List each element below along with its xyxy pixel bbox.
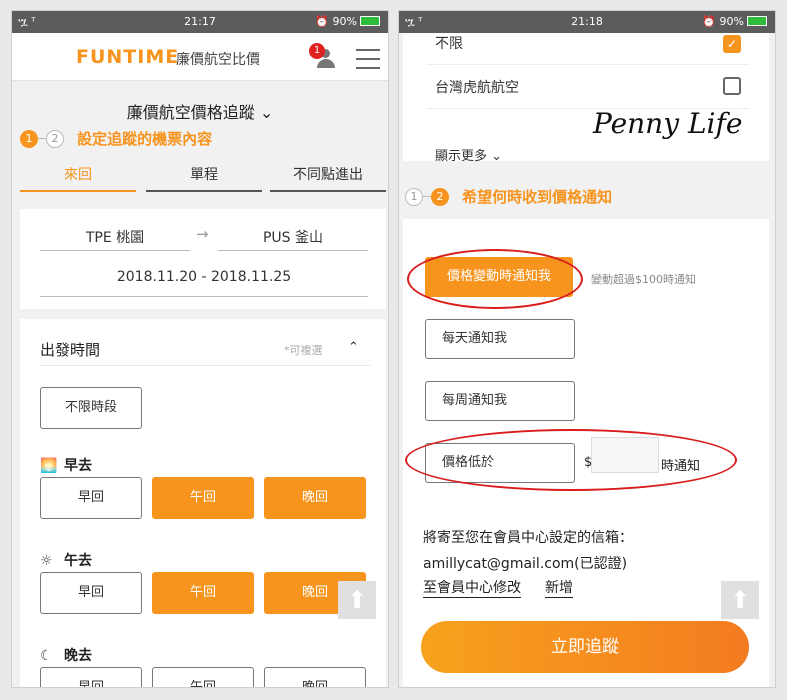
page-title: 廉價航空價格追蹤: [126, 103, 255, 122]
step-number-inactive: 2: [46, 129, 64, 148]
airline-filter-card: 不限 ✓ 台灣虎航航空 顯示更多 ⌄ Penny Life: [403, 33, 769, 164]
route-card: TPE 桃園 → PUS 釜山 2018.11.20 - 2018.11.25: [20, 209, 386, 309]
battery-indicator: ⏰ 90%: [315, 15, 380, 28]
tab-round-trip[interactable]: 來回: [20, 164, 136, 192]
airline-row[interactable]: 台灣虎航航空: [427, 65, 749, 109]
email-section-title: 將寄至您在會員中心設定的信箱：: [423, 530, 633, 546]
arrow-right-icon: →: [196, 225, 209, 243]
departure-time-card: 出發時間 *可複選 ⌃ 不限時段 🌅 早去 早回 午回 晚回 ☼ 午去 早回 午回 …: [20, 319, 386, 687]
sunrise-icon: 🌅: [40, 458, 58, 474]
site-slogan: 廉價航空比價: [176, 52, 260, 68]
status-bar: ሧ ᵀ 21:17 ⏰ 90%: [12, 11, 388, 33]
step-number-active: 1: [20, 129, 38, 148]
show-more-link[interactable]: 顯示更多 ⌄: [435, 145, 502, 164]
step-title: 希望何時收到價格通知: [462, 188, 613, 206]
step-title: 設定追蹤的機票內容: [77, 130, 213, 148]
multi-select-note: *可複選: [284, 344, 323, 357]
moon-icon: ☾: [40, 648, 53, 664]
night-return-night-button[interactable]: 晚回: [264, 667, 366, 687]
hamburger-menu-icon[interactable]: [356, 49, 380, 69]
morning-return-night-button[interactable]: 晚回: [264, 477, 366, 519]
step-number-active: 2: [431, 187, 449, 206]
tab-multi-city[interactable]: 不同點進出: [270, 164, 386, 192]
trip-type-tabs: 來回 單程 不同點進出: [20, 164, 388, 192]
airline-name: 台灣虎航航空: [435, 80, 519, 96]
tab-one-way[interactable]: 單程: [146, 164, 262, 192]
destination-field[interactable]: PUS 釜山: [218, 227, 368, 251]
battery-icon: [747, 16, 767, 26]
airline-name: 不限: [435, 36, 463, 52]
funtime-logo[interactable]: FUNTIME: [76, 46, 179, 68]
add-email-link[interactable]: 新增: [545, 577, 573, 598]
divider: [40, 365, 370, 366]
noon-return-noon-button[interactable]: 午回: [152, 572, 254, 614]
back-to-top-icon[interactable]: ⬆: [721, 581, 759, 619]
battery-icon: [360, 16, 380, 26]
alarm-icon: ⏰: [315, 15, 330, 28]
left-phone-screen: ሧ ᵀ 21:17 ⏰ 90% FUNTIME 廉價航空比價 1 廉價航空價格追…: [11, 10, 389, 688]
back-to-top-icon[interactable]: ⬆: [338, 581, 376, 619]
sun-icon: ☼: [40, 553, 53, 569]
collapse-icon[interactable]: ⌃: [348, 340, 359, 355]
step-indicator-1: 12 設定追蹤的機票內容: [20, 128, 212, 150]
night-label: ☾ 晚去: [40, 648, 92, 664]
annotation-ellipse: [405, 429, 737, 491]
chevron-down-icon: ⌄: [259, 103, 274, 122]
night-return-early-button[interactable]: 早回: [40, 667, 142, 687]
noon-return-early-button[interactable]: 早回: [40, 572, 142, 614]
site-header: FUNTIME 廉價航空比價 1: [12, 33, 388, 81]
noon-label: ☼ 午去: [40, 553, 92, 569]
notification-badge: 1: [309, 43, 325, 59]
penny-life-watermark: Penny Life: [593, 107, 743, 140]
night-return-noon-button[interactable]: 午回: [152, 667, 254, 687]
email-address: amillycat@gmail.com(已認證): [423, 556, 628, 572]
step-number-inactive: 1: [405, 187, 423, 206]
right-phone-screen: ሧ ᵀ 21:18 ⏰ 90% 不限 ✓ 台灣虎航航空 顯示更多 ⌄ Penny…: [398, 10, 776, 688]
morning-return-early-button[interactable]: 早回: [40, 477, 142, 519]
battery-level: 90%: [332, 15, 357, 28]
annotation-circle: [407, 249, 583, 309]
airline-row[interactable]: 不限 ✓: [427, 21, 749, 65]
date-range-field[interactable]: 2018.11.20 - 2018.11.25: [40, 269, 368, 297]
section-title: 出發時間: [40, 341, 101, 359]
any-time-button[interactable]: 不限時段: [40, 387, 142, 429]
morning-return-noon-button[interactable]: 午回: [152, 477, 254, 519]
edit-in-member-center-link[interactable]: 至會員中心修改: [423, 577, 521, 598]
notify-weekly-button[interactable]: 每周通知我: [425, 381, 575, 421]
origin-field[interactable]: TPE 桃園: [40, 227, 190, 251]
checkbox-checked-icon[interactable]: ✓: [723, 35, 741, 53]
notify-daily-button[interactable]: 每天通知我: [425, 319, 575, 359]
price-change-hint: 變動超過$100時通知: [591, 273, 696, 286]
start-tracking-button[interactable]: 立即追蹤: [421, 621, 749, 673]
page-title-dropdown[interactable]: 廉價航空價格追蹤 ⌄: [12, 99, 388, 123]
morning-label: 🌅 早去: [40, 458, 92, 474]
step-indicator-2: 12 希望何時收到價格通知: [405, 186, 612, 208]
checkbox-icon[interactable]: [723, 77, 741, 95]
